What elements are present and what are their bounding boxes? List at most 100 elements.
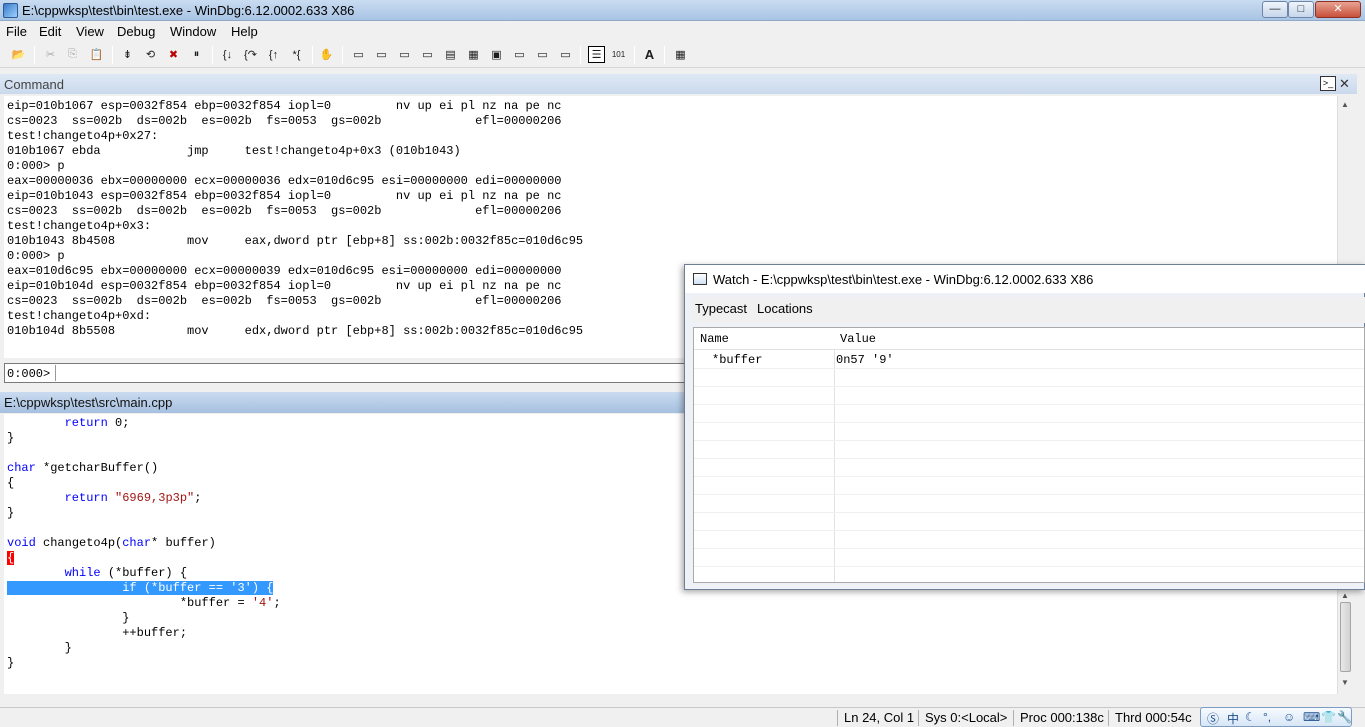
- watch-row-empty[interactable]: [694, 460, 1364, 477]
- ime-mode[interactable]: 中: [1227, 710, 1239, 727]
- step-into-icon[interactable]: {↓: [219, 46, 236, 63]
- title-bar: E:\cppwksp\test\bin\test.exe - WinDbg:6.…: [0, 0, 1365, 21]
- hex-mode-icon[interactable]: 101: [610, 46, 627, 63]
- source-window-title: E:\cppwksp\test\src\main.cpp: [4, 395, 173, 410]
- minimize-button[interactable]: —: [1262, 1, 1288, 18]
- ime-moon-icon[interactable]: ☾: [1245, 710, 1256, 724]
- ime-logo-icon[interactable]: Ⓢ: [1207, 710, 1219, 727]
- memory-window-icon[interactable]: ▤: [442, 46, 459, 63]
- code-string: '3': [230, 581, 252, 595]
- locals-window-icon[interactable]: ▭: [396, 46, 413, 63]
- scroll-up-icon[interactable]: ▲: [1341, 100, 1349, 109]
- watch-title-bar[interactable]: Watch - E:\cppwksp\test\bin\test.exe - W…: [685, 265, 1365, 293]
- ime-toolbar[interactable]: Ⓢ 中 ☾ °, ☺ ⌨ 👕 🔧: [1200, 707, 1352, 727]
- column-header-name[interactable]: Name: [700, 332, 729, 346]
- code-line: }: [7, 611, 130, 625]
- copy-icon[interactable]: ⎘: [64, 46, 81, 63]
- disassembly-icon[interactable]: ▣: [488, 46, 505, 63]
- windbg-app-icon[interactable]: [3, 3, 18, 18]
- open-icon[interactable]: 📂: [10, 46, 27, 63]
- watch-menu-typecast[interactable]: Typecast: [695, 301, 747, 316]
- maximize-button[interactable]: □: [1288, 1, 1314, 18]
- scroll-down-icon[interactable]: ▼: [1341, 678, 1349, 687]
- watch-row-empty[interactable]: [694, 406, 1364, 423]
- watch-row-empty[interactable]: [694, 370, 1364, 387]
- close-button[interactable]: ✕: [1315, 1, 1361, 18]
- status-line-col: Ln 24, Col 1: [837, 710, 914, 726]
- command-line: test!changeto4p+0x3:: [7, 219, 152, 233]
- step-over-icon[interactable]: {↷: [242, 46, 259, 63]
- break-icon[interactable]: ⏸: [188, 46, 205, 63]
- code-line: }: [7, 656, 15, 670]
- watch-row-empty[interactable]: [694, 514, 1364, 531]
- watch-window-icon[interactable]: ▭: [373, 46, 390, 63]
- step-out-icon[interactable]: {↑: [265, 46, 282, 63]
- run-to-cursor-icon[interactable]: *{: [288, 46, 305, 63]
- options-icon[interactable]: ▦: [672, 46, 689, 63]
- watch-row-empty[interactable]: [694, 388, 1364, 405]
- scratch-pad-icon[interactable]: ▭: [511, 46, 528, 63]
- command-line: eip=010b1043 esp=0032f854 ebp=0032f854 i…: [7, 189, 562, 203]
- source-mode-icon[interactable]: ▭: [557, 46, 574, 63]
- code-text: ;: [194, 491, 202, 505]
- menu-debug[interactable]: Debug: [117, 24, 155, 39]
- call-stack-icon[interactable]: ▦: [465, 46, 482, 63]
- watch-menu-locations[interactable]: Locations: [757, 301, 813, 316]
- code-keyword: if: [122, 581, 137, 595]
- watch-cell-name[interactable]: *buffer: [712, 353, 762, 367]
- watch-row-empty[interactable]: [694, 532, 1364, 549]
- stop-icon[interactable]: ✖: [165, 46, 182, 63]
- menu-edit[interactable]: Edit: [39, 24, 61, 39]
- processes-icon[interactable]: ▭: [534, 46, 551, 63]
- watch-row-empty[interactable]: [694, 478, 1364, 495]
- code-text: *getcharBuffer(): [35, 461, 159, 475]
- command-window-icon[interactable]: ▭: [350, 46, 367, 63]
- watch-row[interactable]: *buffer 0n57 '9': [694, 352, 1364, 369]
- ime-punct[interactable]: °,: [1263, 710, 1271, 724]
- menu-window[interactable]: Window: [170, 24, 216, 39]
- watch-window-icon: [693, 273, 707, 285]
- code-line: {: [7, 551, 281, 566]
- menu-help[interactable]: Help: [231, 24, 258, 39]
- watch-row-empty[interactable]: [694, 424, 1364, 441]
- font-icon[interactable]: A: [641, 46, 658, 63]
- current-instruction-marker: {: [7, 551, 15, 565]
- command-close-icon[interactable]: ✕: [1339, 76, 1350, 92]
- code-line: while (*buffer) {: [7, 566, 281, 581]
- command-window-icon[interactable]: >_: [1320, 76, 1336, 91]
- column-header-value[interactable]: Value: [840, 332, 876, 346]
- source-mode-on-icon[interactable]: ☰: [588, 46, 605, 63]
- code-text: ) {: [251, 581, 274, 595]
- skin-icon[interactable]: 👕: [1321, 710, 1336, 724]
- registers-window-icon[interactable]: ▭: [419, 46, 436, 63]
- keyboard-icon[interactable]: ⌨: [1303, 710, 1320, 724]
- command-line: eip=010b1067 esp=0032f854 ebp=0032f854 i…: [7, 99, 562, 113]
- watch-row-empty[interactable]: [694, 442, 1364, 459]
- menu-file[interactable]: File: [6, 24, 27, 39]
- scroll-up-icon[interactable]: ▲: [1341, 591, 1349, 600]
- watch-row-empty[interactable]: [694, 496, 1364, 513]
- code-line: char *getcharBuffer(): [7, 461, 281, 476]
- command-line: 010b1043 8b4508 mov eax,dword ptr [ebp+8…: [7, 234, 584, 248]
- code-line: }: [7, 641, 72, 655]
- hand-icon[interactable]: ✋: [318, 46, 335, 63]
- toolbar-separator: [342, 46, 343, 64]
- ime-emoji[interactable]: ☺: [1283, 710, 1295, 724]
- status-thread: Thrd 000:54c: [1108, 710, 1192, 726]
- wrench-icon[interactable]: 🔧: [1337, 710, 1352, 724]
- watch-grid-header: Name Value: [694, 328, 1364, 350]
- source-scrollbar[interactable]: ▲ ▼: [1337, 590, 1353, 694]
- menu-view[interactable]: View: [76, 24, 104, 39]
- scrollbar-thumb[interactable]: [1340, 602, 1351, 672]
- paste-icon[interactable]: 📋: [88, 46, 105, 63]
- cut-icon[interactable]: ✂: [42, 46, 59, 63]
- go-icon[interactable]: ⇟: [119, 46, 136, 63]
- watch-cell-value[interactable]: 0n57 '9': [836, 353, 894, 367]
- code-line: return 0;: [7, 416, 281, 431]
- watch-row-empty[interactable]: [694, 550, 1364, 567]
- watch-grid[interactable]: Name Value *buffer 0n57 '9': [693, 327, 1365, 583]
- restart-icon[interactable]: ⟲: [142, 46, 159, 63]
- font-label: A: [644, 47, 655, 62]
